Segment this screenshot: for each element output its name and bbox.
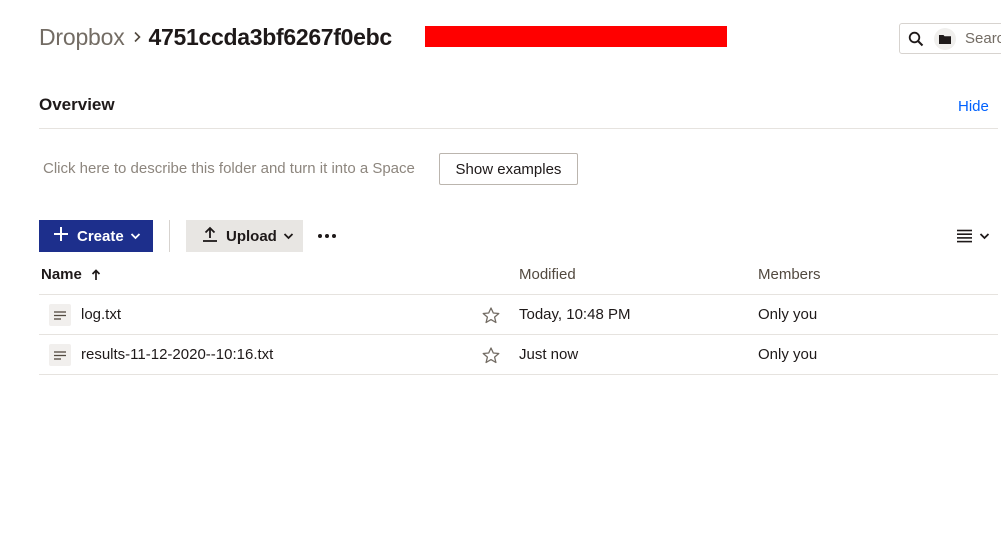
members-value: Only you	[758, 346, 818, 363]
search-input[interactable]: Search	[899, 23, 1001, 54]
list-view-icon[interactable]	[957, 226, 997, 246]
chevron-down-icon	[283, 232, 294, 240]
star-icon[interactable]	[481, 305, 501, 325]
breadcrumb-current-folder: 4751ccda3bf6267f0ebc	[148, 23, 393, 50]
hide-overview-link[interactable]: Hide	[958, 98, 989, 115]
divider	[39, 128, 998, 129]
divider	[39, 374, 998, 375]
column-header-modified[interactable]: Modified	[519, 266, 576, 283]
text-file-icon	[49, 344, 71, 366]
breadcrumb-root[interactable]: Dropbox	[39, 24, 125, 51]
chevron-down-icon	[130, 232, 141, 240]
table-row[interactable]: results-11-12-2020--10:16.txt Just now O…	[39, 335, 998, 375]
search-icon[interactable]	[900, 24, 931, 53]
toolbar-divider	[169, 220, 170, 252]
column-header-name[interactable]: Name	[41, 266, 101, 283]
upload-icon	[202, 226, 218, 246]
column-header-name-label: Name	[41, 266, 82, 283]
overview-title: Overview	[39, 95, 115, 114]
chevron-right-icon	[125, 25, 149, 49]
modified-date: Just now	[519, 346, 579, 363]
breadcrumb: Dropbox 4751ccda3bf6267f0ebc	[39, 22, 392, 52]
table-row[interactable]: log.txt Today, 10:48 PM Only you	[39, 295, 998, 335]
upload-label: Upload	[226, 227, 277, 245]
text-file-icon	[49, 304, 71, 326]
plus-icon	[53, 226, 69, 246]
upload-button[interactable]: Upload	[186, 220, 303, 252]
file-name[interactable]: results-11-12-2020--10:16.txt	[81, 346, 273, 363]
modified-date: Today, 10:48 PM	[519, 306, 631, 323]
create-label: Create	[77, 227, 124, 245]
chevron-down-icon	[979, 232, 990, 240]
members-value: Only you	[758, 306, 818, 323]
more-icon[interactable]	[315, 226, 339, 246]
column-header-members[interactable]: Members	[758, 266, 821, 283]
sort-up-arrow-icon	[91, 268, 101, 281]
folder-icon	[934, 27, 956, 50]
redaction-block	[425, 26, 727, 47]
create-button[interactable]: Create	[39, 220, 153, 252]
star-icon[interactable]	[481, 345, 501, 365]
folder-description-field[interactable]: Click here to describe this folder and t…	[43, 160, 415, 177]
file-name[interactable]: log.txt	[81, 306, 121, 323]
show-examples-button[interactable]: Show examples	[439, 153, 578, 185]
search-placeholder[interactable]: Search	[965, 30, 1001, 47]
